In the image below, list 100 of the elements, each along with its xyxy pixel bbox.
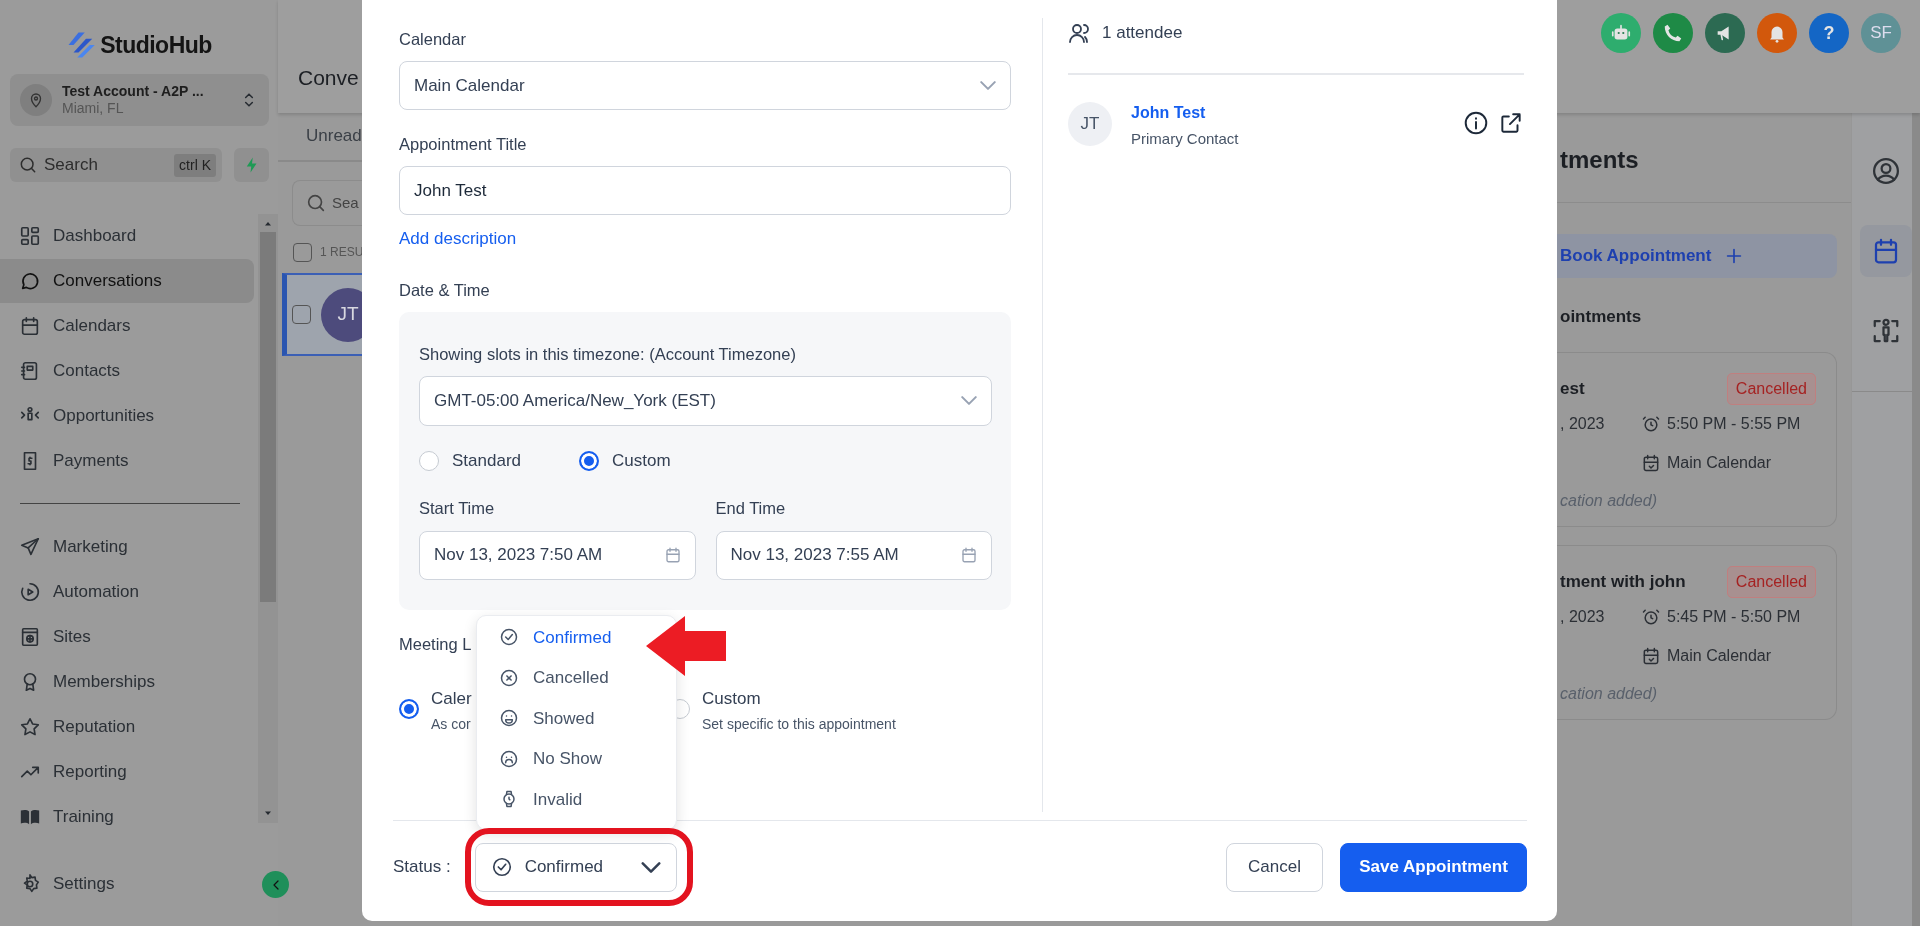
chevron-down-icon	[961, 396, 977, 406]
nav-item[interactable]: Marketing	[0, 525, 254, 569]
field-label: Showing slots in this timezone: (Account Timezone)	[419, 343, 797, 365]
field-label: Start Time	[419, 497, 496, 519]
x-circle-icon	[499, 667, 519, 688]
nav-item[interactable]: Dashboard	[0, 214, 254, 258]
option-description: As cor	[431, 714, 472, 733]
collapse-button[interactable]	[262, 871, 289, 898]
status-option[interactable]: No Show	[477, 738, 676, 779]
save-button[interactable]: Save Appointment	[1340, 842, 1527, 892]
field-label: Meeting L	[399, 633, 472, 655]
people-icon	[1068, 21, 1092, 45]
results-count: 1 RESU	[320, 244, 364, 261]
location-note: cation added)	[1560, 492, 1657, 509]
account-switcher[interactable]: Test Account - A2P ... Miami, FL	[10, 74, 269, 126]
appointment-title: est	[1560, 378, 1585, 401]
nav-item[interactable]: Reputation	[0, 705, 254, 749]
status-option[interactable]: Cancelled	[477, 657, 676, 698]
add-description-link[interactable]: Add description	[399, 228, 517, 250]
nav-item[interactable]: Sites	[0, 615, 254, 659]
user-avatar[interactable]: SF	[1861, 13, 1901, 53]
nav-item[interactable]: Contacts	[0, 349, 254, 393]
check-circle-icon	[490, 856, 513, 878]
timezone-select[interactable]: GMT-05:00 America/New_York (EST)	[419, 375, 992, 426]
sad-face-icon	[499, 748, 519, 769]
status-select[interactable]: Confirmed	[474, 842, 677, 892]
status-option[interactable]: Invalid	[477, 779, 676, 820]
search-field[interactable]: Search ctrl K	[10, 148, 222, 182]
calendar-icon	[19, 315, 41, 337]
chevron-down-icon	[640, 861, 661, 873]
page-title: Conve	[298, 65, 359, 91]
search-icon	[305, 192, 327, 214]
calendar-name: Main Calendar	[1667, 646, 1772, 666]
appointment-date: , 2023	[1560, 414, 1605, 434]
nav-item[interactable]: Automation	[0, 570, 254, 614]
appointment-card[interactable]: est Cancelled , 2023 5:50 PM - 5:55 PM Main Calendar cation added)	[1557, 352, 1837, 527]
announcements-button[interactable]	[1705, 13, 1745, 53]
checkbox[interactable]	[293, 242, 312, 262]
cancel-button[interactable]: Cancel	[1226, 842, 1323, 892]
search-placeholder: Search	[44, 154, 98, 177]
dashboard-icon	[19, 225, 41, 247]
scrollbar-thumb[interactable]	[260, 232, 276, 602]
notifications-button[interactable]	[1757, 13, 1797, 53]
status-label: Status :	[393, 856, 451, 879]
end-time-field[interactable]: Nov 13, 2023 7:55 AM	[715, 530, 992, 580]
attendee-avatar: JT	[1068, 102, 1112, 146]
browser-window-icon	[19, 626, 41, 648]
star-icon	[19, 716, 41, 738]
field-label: Date & Time	[399, 279, 491, 301]
nav-item[interactable]: Settings	[0, 862, 254, 906]
side-tab[interactable]	[1860, 225, 1912, 277]
nav-item[interactable]: Conversations	[0, 259, 254, 303]
alarm-clock-icon	[1641, 414, 1661, 434]
chat-bubble-icon	[19, 270, 41, 292]
nav-item[interactable]: Training	[0, 795, 254, 839]
shortcut-key: ctrl K	[174, 153, 216, 177]
send-icon	[19, 536, 41, 558]
calendar-check-icon	[1641, 453, 1661, 473]
nav-item[interactable]: Memberships	[0, 660, 254, 704]
appointment-time: 5:45 PM - 5:50 PM	[1667, 607, 1801, 627]
radio-label: Custom	[612, 450, 671, 472]
checkbox[interactable]	[292, 305, 311, 324]
account-location: Miami, FL	[62, 100, 125, 117]
appointment-title: tment with john	[1560, 571, 1686, 594]
section-heading: ointments	[1559, 306, 1643, 328]
radio-button[interactable]	[399, 698, 419, 719]
search-placeholder: Sea	[332, 192, 359, 213]
phone-button[interactable]	[1653, 13, 1693, 53]
help-button[interactable]: ?	[1809, 13, 1849, 53]
nav-item[interactable]: Calendars	[0, 304, 254, 348]
smiley-face-icon	[499, 708, 519, 729]
alarm-clock-icon	[1641, 607, 1661, 627]
external-link-icon[interactable]	[1498, 110, 1524, 136]
attendee-name-link[interactable]: John Test	[1131, 102, 1239, 124]
appointment-card[interactable]: tment with john Cancelled , 2023 5:45 PM - 5:50 PM Main Calendar cation added)	[1557, 545, 1837, 720]
person-circle-icon	[1871, 156, 1901, 186]
assistant-button[interactable]	[1601, 13, 1641, 53]
book-appointment-button[interactable]: Book Appointment	[1557, 234, 1837, 278]
radio-button[interactable]	[579, 450, 599, 471]
conversation-row[interactable]: JT	[282, 273, 362, 356]
play-circle-icon	[19, 581, 41, 603]
option-description: Set specific to this appointment	[702, 714, 896, 733]
scrollbar-thumb[interactable]	[1912, 113, 1920, 926]
start-time-field[interactable]: Nov 13, 2023 7:50 AM	[419, 530, 696, 580]
title-field[interactable]: John Test	[399, 166, 1011, 215]
chevron-down-icon	[980, 81, 996, 90]
field-label: Calendar	[399, 29, 467, 50]
nav-item[interactable]: Payments	[0, 439, 254, 483]
nav-item[interactable]: Reporting	[0, 750, 254, 794]
phone-icon	[1662, 22, 1684, 44]
calendar-name: Main Calendar	[1667, 453, 1772, 473]
status-option[interactable]: Confirmed	[477, 617, 676, 658]
nav-item[interactable]: Opportunities	[0, 394, 254, 438]
calendar-select[interactable]: Main Calendar	[399, 61, 1011, 110]
info-icon[interactable]	[1463, 110, 1489, 136]
attendee-count: 1 attendee	[1102, 22, 1183, 45]
brand-name: StudioHub	[100, 30, 212, 60]
status-option[interactable]: Showed	[477, 698, 676, 739]
search-icon	[18, 155, 38, 175]
appointment-time: 5:50 PM - 5:55 PM	[1667, 414, 1801, 434]
